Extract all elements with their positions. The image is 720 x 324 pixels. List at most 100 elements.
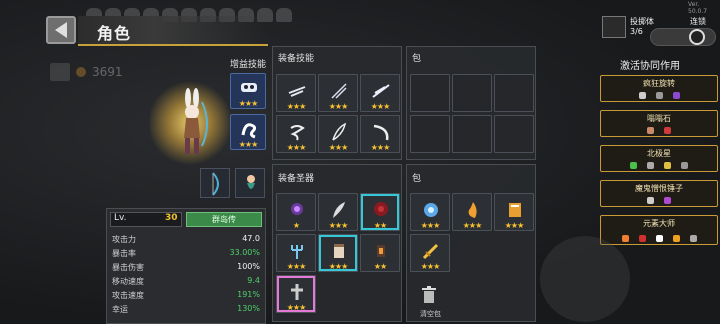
bag-top-cell-4[interactable] (410, 115, 450, 153)
star-rating: ★★★ (420, 262, 441, 271)
stat-row-crit-damage: 暴击伤害 100% (112, 262, 260, 275)
equip-skills-label: 装备技能 (278, 54, 315, 64)
feather-icon (332, 122, 347, 141)
arrows-icon (331, 83, 347, 99)
back-arrow-icon (55, 22, 67, 38)
relic-cell-7[interactable]: ★★★ (276, 275, 316, 313)
star-rating: ★★★ (462, 221, 483, 230)
skill-cell-6[interactable]: ★★★ (360, 115, 400, 153)
level-value: 30 (165, 213, 178, 223)
tome-icon (509, 203, 521, 217)
stat-key: 暴击伤害 (112, 263, 144, 272)
blade-icon (372, 84, 390, 98)
synergy-card-1[interactable]: 疯狂旋转 (600, 75, 718, 102)
scroll-icon (334, 244, 344, 258)
relic-cell-6[interactable]: ★★ (360, 234, 400, 272)
star-rating: ★★★ (328, 262, 349, 271)
equip-relics-label: 装备圣器 (278, 174, 315, 184)
star-rating: ★★★ (238, 99, 259, 108)
bow-icon (212, 172, 219, 196)
skill-cell-3[interactable]: ★★★ (360, 74, 400, 112)
bag-bottom-cell-3[interactable]: ★★★ (494, 193, 534, 231)
synergy-name: 北极星 (647, 149, 671, 158)
weapon-slot-bow[interactable] (200, 168, 230, 198)
mask-icon (241, 83, 257, 92)
cross-relic-icon (291, 284, 303, 300)
synergy-icons (601, 162, 717, 169)
stat-key: 暴击率 (112, 249, 136, 258)
stat-value: 100% (237, 262, 260, 271)
quill-icon (333, 202, 345, 218)
bag-top-cell-6[interactable] (494, 115, 534, 153)
chain-toggle[interactable] (650, 28, 716, 46)
golden-sword-icon (422, 243, 439, 260)
star-rating: ★★ (373, 262, 387, 271)
bag-bottom-cell-4[interactable]: ★★★ (410, 234, 450, 272)
skill-cell-2[interactable]: ★★★ (318, 74, 358, 112)
attack-button[interactable] (540, 236, 630, 322)
relic-cell-4[interactable]: ★★★ (276, 234, 316, 272)
skill-cell-1[interactable]: ★★★ (276, 74, 316, 112)
synergy-card-3[interactable]: 北极星 (600, 145, 718, 172)
synergy-card-2[interactable]: 嗡嗡石 (600, 110, 718, 137)
weapon-slot-pet[interactable] (235, 168, 265, 198)
wind-slash-icon (288, 86, 306, 97)
synergy-icons (601, 235, 717, 242)
back-button[interactable] (46, 16, 76, 44)
synergy-name: 疯狂旋转 (643, 79, 675, 88)
version-text: Ver. 50.0.7 (688, 1, 708, 15)
bag-top-cell-2[interactable] (452, 74, 492, 112)
star-rating: ★★ (373, 221, 387, 230)
star-rating: ★★★ (370, 102, 391, 111)
bag-top-label: 包 (412, 54, 422, 64)
bag-top-cell-1[interactable] (410, 74, 450, 112)
chain-label: 连锁 (690, 17, 706, 26)
synergy-title: 激活协同作用 (620, 61, 680, 72)
chain-toggle-knob[interactable] (689, 29, 705, 45)
relic-cell-2[interactable]: ★★★ (318, 193, 358, 231)
gold-amount: 3691 (92, 65, 123, 79)
stat-row-crit-rate: 暴击率 33.00% (112, 248, 260, 261)
stat-value: 33.00% (229, 248, 260, 257)
synergy-name: 魔鬼憎恨锤子 (635, 184, 683, 193)
relic-cell-5[interactable]: ★★★ (318, 234, 358, 272)
stat-row-attack-speed: 攻击速度 191% (112, 290, 260, 303)
level-label: Lv. (114, 213, 127, 223)
mermaid-icon (247, 175, 255, 189)
relic-cell-1[interactable]: ★ (276, 193, 316, 231)
star-rating: ★★★ (286, 143, 307, 152)
lantern-icon (377, 245, 385, 257)
bag-top-cell-5[interactable] (452, 115, 492, 153)
gain-skills-label: 增益技能 (230, 60, 267, 70)
gain-skill-slot-1[interactable]: ★★★ (230, 73, 266, 109)
star-rating: ★★★ (420, 221, 441, 230)
bag-bottom-cell-2[interactable]: ★★★ (452, 193, 492, 231)
gain-skill-slot-2[interactable]: ★★★ (230, 114, 266, 150)
relic-cell-3[interactable]: ★★ (360, 193, 400, 231)
fire-spirit-icon (468, 202, 477, 218)
trash-icon[interactable] (421, 286, 437, 304)
bag-bottom-cell-1[interactable]: ★★★ (410, 193, 450, 231)
synergy-card-4[interactable]: 魔鬼憎恨锤子 (600, 180, 718, 207)
skill-cell-4[interactable]: ★★★ (276, 115, 316, 153)
stat-value: 9.4 (247, 276, 260, 285)
detail-button[interactable]: 群岛传 (186, 212, 262, 227)
synergy-icons (601, 197, 717, 204)
clear-bag-label[interactable]: 清空包 (420, 309, 441, 319)
coin-icon (76, 67, 86, 77)
skill-cell-5[interactable]: ★★★ (318, 115, 358, 153)
star-rating: ★★★ (286, 102, 307, 111)
star-rating: ★★★ (238, 140, 259, 149)
bag-top-cell-3[interactable] (494, 74, 534, 112)
star-rating: ★★★ (370, 143, 391, 152)
spirit-icon (241, 123, 257, 139)
star-rating: ★★★ (286, 262, 307, 271)
orb-icon (291, 203, 303, 215)
synergy-card-5[interactable]: 元素大师 (600, 215, 718, 245)
star-rating: ★★★ (286, 303, 307, 312)
synergy-icons (601, 127, 717, 134)
gold-display: 3691 (50, 63, 123, 81)
star-rating: ★★★ (328, 102, 349, 111)
crescent-slash-icon (373, 124, 389, 141)
stat-value: 191% (237, 290, 260, 299)
